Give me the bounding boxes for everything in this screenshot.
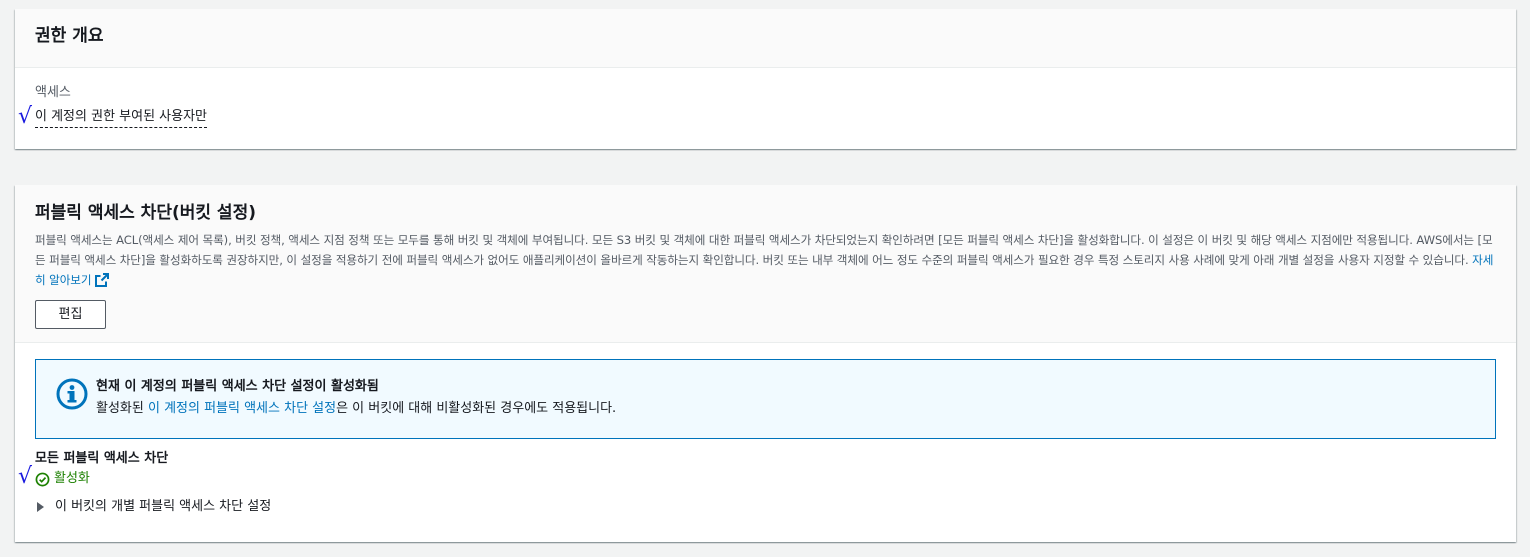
block-public-access-description: 퍼블릭 액세스는 ACL(액세스 제어 목록), 버킷 정책, 액세스 지점 정… <box>35 230 1496 290</box>
block-public-access-panel: 퍼블릭 액세스 차단(버킷 설정) 퍼블릭 액세스는 ACL(액세스 제어 목록… <box>15 185 1516 542</box>
caret-right-icon <box>37 502 44 512</box>
alert-text-prefix: 활성화된 <box>96 401 148 416</box>
block-public-access-title: 퍼블릭 액세스 차단(버킷 설정) <box>35 203 256 223</box>
edit-button[interactable]: 편집 <box>35 300 106 329</box>
block-all-public-access-label: 모든 퍼블릭 액세스 차단 <box>35 451 169 466</box>
alert-text-suffix: 은 이 버킷에 대해 비활성화된 경우에도 적용됩니다. <box>336 401 617 416</box>
permissions-overview-panel: 권한 개요 액세스 이 계정의 권한 부여된 사용자만 <box>15 9 1516 149</box>
access-label: 액세스 <box>35 85 71 100</box>
account-bpa-info-alert: 현재 이 계정의 퍼블릭 액세스 차단 설정이 활성화됨 활성화된 이 계정의 … <box>35 359 1496 439</box>
access-value[interactable]: 이 계정의 권한 부여된 사용자만 <box>35 108 208 128</box>
block-all-public-access-status: 활성화 <box>35 470 1496 488</box>
permissions-overview-body: 액세스 이 계정의 권한 부여된 사용자만 <box>15 68 1516 144</box>
annotation-check-mark: √ <box>18 464 33 489</box>
status-text: 활성화 <box>54 471 90 486</box>
description-text: 퍼블릭 액세스는 ACL(액세스 제어 목록), 버킷 정책, 액세스 지점 정… <box>35 233 1493 267</box>
permissions-overview-title: 권한 개요 <box>35 26 104 46</box>
info-icon <box>56 378 88 410</box>
block-public-access-body: 현재 이 계정의 퍼블릭 액세스 차단 설정이 활성화됨 활성화된 이 계정의 … <box>15 343 1516 532</box>
alert-title: 현재 이 계정의 퍼블릭 액세스 차단 설정이 활성화됨 <box>96 379 379 394</box>
external-link-icon <box>95 273 110 287</box>
individual-bpa-settings-expander[interactable]: 이 버킷의 개별 퍼블릭 액세스 차단 설정 <box>35 498 1496 516</box>
permissions-overview-header: 권한 개요 <box>15 9 1516 68</box>
block-public-access-header: 퍼블릭 액세스 차단(버킷 설정) 퍼블릭 액세스는 ACL(액세스 제어 목록… <box>15 185 1516 343</box>
alert-text: 활성화된 이 계정의 퍼블릭 액세스 차단 설정은 이 버킷에 대해 비활성화된… <box>96 399 1475 419</box>
expander-label: 이 버킷의 개별 퍼블릭 액세스 차단 설정 <box>55 499 272 514</box>
annotation-check-mark: √ <box>18 104 33 129</box>
account-bpa-settings-link[interactable]: 이 계정의 퍼블릭 액세스 차단 설정 <box>148 401 336 416</box>
check-circle-icon <box>35 472 50 486</box>
